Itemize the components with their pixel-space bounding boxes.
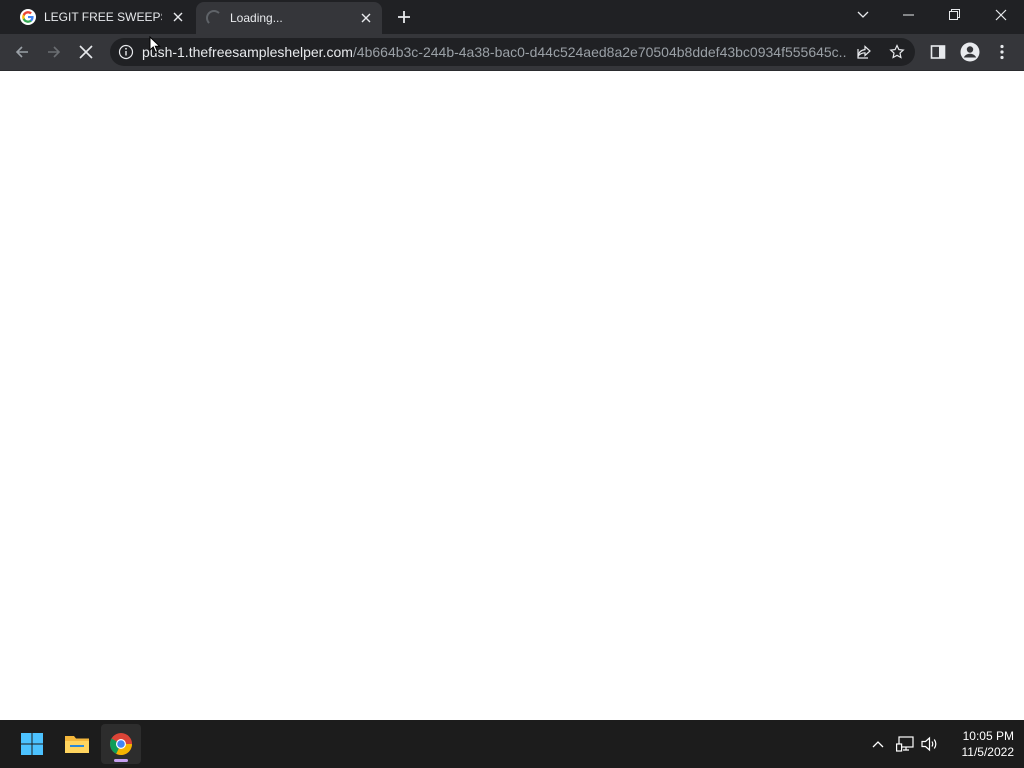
close-window-button[interactable] — [978, 0, 1024, 30]
address-bar[interactable]: push-1.thefreesampleshelper.com/4b664b3c… — [110, 38, 915, 66]
clock-time: 10:05 PM — [962, 729, 1014, 743]
chrome-icon — [110, 733, 132, 756]
system-clock[interactable]: 10:05 PM 11/5/2022 — [946, 728, 1015, 760]
tab-legit-free-sweepstakes[interactable]: LEGIT FREE SWEEPSTAKES — [8, 0, 194, 34]
plus-icon — [398, 11, 410, 23]
show-hidden-chevron-icon — [872, 741, 884, 748]
tab-strip: LEGIT FREE SWEEPSTAKES Loading... — [0, 0, 1024, 34]
windows-taskbar: 10:05 PM 11/5/2022 — [0, 720, 1024, 768]
file-explorer-icon — [65, 736, 89, 753]
minimize-icon — [903, 14, 914, 16]
mouse-cursor-icon — [149, 35, 161, 59]
minimize-button[interactable] — [886, 0, 932, 30]
page-content-area[interactable] — [0, 71, 1024, 720]
network-icon — [896, 736, 914, 752]
restore-button[interactable] — [932, 0, 978, 30]
stop-loading-icon — [79, 45, 93, 59]
share-icon[interactable] — [856, 44, 872, 60]
url-host: push-1.thefreesampleshelper.com — [142, 44, 353, 60]
show-hidden-icons-button[interactable] — [866, 732, 890, 756]
url-path: /4b664b3c-244b-4a38-bac0-d44c524aed8a2e7… — [352, 44, 847, 60]
back-button[interactable] — [8, 38, 36, 66]
stop-loading-button[interactable] — [72, 38, 100, 66]
windows-start-icon — [21, 733, 43, 755]
profile-icon — [960, 42, 980, 62]
info-icon[interactable] — [118, 44, 134, 60]
tab-search-button[interactable] — [840, 0, 886, 30]
volume-icon — [921, 736, 937, 752]
profile-button[interactable] — [956, 38, 984, 66]
tab-close-icon[interactable] — [358, 10, 374, 26]
tab-search-chevron-icon — [857, 11, 869, 18]
url-text[interactable]: push-1.thefreesampleshelper.com/4b664b3c… — [142, 44, 847, 60]
tab-title: LEGIT FREE SWEEPSTAKES — [44, 10, 162, 24]
start-button[interactable] — [12, 724, 52, 764]
volume-button[interactable] — [918, 732, 942, 756]
menu-button[interactable] — [988, 38, 1016, 66]
menu-dots-icon — [1000, 44, 1004, 60]
side-panel-icon — [930, 45, 946, 59]
restore-icon — [949, 9, 960, 20]
forward-button[interactable] — [40, 38, 68, 66]
side-panel-button[interactable] — [924, 38, 952, 66]
tab-close-icon[interactable] — [170, 9, 186, 25]
bookmark-star-icon[interactable] — [889, 44, 905, 60]
network-button[interactable] — [893, 732, 917, 756]
active-app-indicator — [114, 759, 128, 762]
tab-title: Loading... — [230, 11, 283, 25]
loading-spinner-icon — [206, 10, 222, 26]
back-icon — [15, 46, 28, 58]
close-icon — [995, 9, 1007, 21]
forward-icon — [48, 46, 61, 58]
chrome-taskbar-button[interactable] — [101, 724, 141, 764]
new-tab-button[interactable] — [392, 5, 416, 29]
tab-loading[interactable]: Loading... — [196, 2, 382, 34]
google-g-icon — [20, 9, 36, 25]
file-explorer-button[interactable] — [57, 724, 97, 764]
clock-date: 11/5/2022 — [961, 745, 1015, 759]
